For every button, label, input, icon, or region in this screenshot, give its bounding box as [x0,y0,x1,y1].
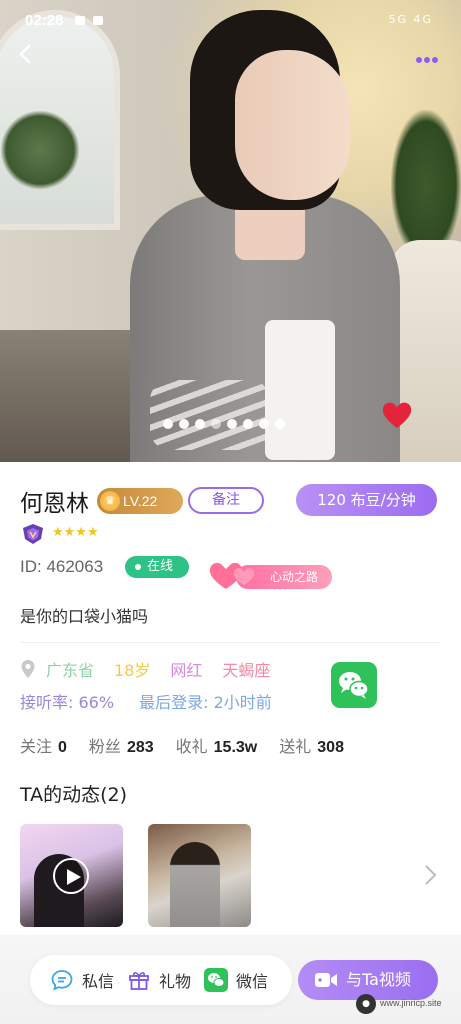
stat-label: 收礼 [175,737,208,756]
stat-gifts-received[interactable]: 收礼 15.3w [176,733,258,757]
moments-more-button[interactable] [420,862,440,888]
tag-zodiac: 天蝎座 [222,661,271,680]
follow-stats: 关注 0 粉丝 283 收礼 15.3w 送礼 308 [20,733,366,757]
status-bar: 02:28 5G 4G [0,0,461,40]
gift-button[interactable]: 礼物 [127,968,191,992]
crown-icon: ♛ [100,491,120,511]
carousel-dot[interactable] [227,419,237,429]
private-message-button[interactable]: 私信 [50,968,114,992]
double-heart-icon [209,562,255,589]
tag-age: 18岁 [114,661,151,680]
wechat-label: 微信 [236,972,269,991]
video-camera-icon [315,973,337,987]
answer-rate: 接听率: 66% [20,693,115,712]
tag-type: 网红 [170,661,203,680]
private-message-label: 私信 [82,972,115,991]
moment-thumbnail-video[interactable] [20,824,123,927]
moment-thumbnail-photo[interactable] [148,824,251,927]
photo-person-top [265,320,335,460]
last-login: 最后登录: 2小时前 [139,693,272,712]
more-dot-icon [424,57,430,63]
gift-label: 礼物 [159,972,192,991]
remark-button[interactable]: 备注 [188,487,264,514]
message-icon [75,16,85,25]
chevron-left-icon [19,44,31,64]
activity-stats: 接听率: 66% 最后登录: 2小时前 [20,689,272,713]
moments-title: TA的动态(2) [20,784,128,806]
divider [20,642,441,643]
watermark-logo-icon: ● [356,994,376,1014]
play-icon [53,858,89,894]
carousel-dot-active[interactable] [211,419,221,429]
stat-value: 0 [58,739,67,756]
video-call-label: 与Ta视频 [346,970,411,989]
vip-shield-icon [20,522,46,546]
carousel-dot[interactable] [243,419,253,429]
more-button[interactable] [415,48,445,63]
like-heart-button[interactable] [381,400,413,430]
photo-person-face [235,50,350,200]
profile-name: 何恩林 [20,491,89,517]
carousel-dot[interactable] [163,419,173,429]
gift-icon [129,972,149,990]
wechat-button[interactable]: 微信 [204,968,268,992]
bio-text: 是你的口袋小猫吗 [20,607,149,626]
photo-plant [0,110,80,190]
action-bar: 私信 礼物 微信 [30,955,292,1005]
photo-floor [0,330,140,462]
stat-label: 粉丝 [88,737,121,756]
chat-bubble-icon [51,970,73,991]
carousel-dot[interactable] [195,419,205,429]
photo-plant-right [391,110,461,260]
thumb-figure [170,842,220,927]
stat-value: 283 [126,739,154,756]
stat-following[interactable]: 关注 0 [20,733,67,757]
more-dot-icon [432,57,438,63]
stat-value: 308 [317,739,344,756]
wechat-icon [339,672,369,699]
price-badge[interactable]: 120 布豆/分钟 [296,484,437,516]
chevron-right-icon [425,865,437,885]
tag-province: 广东省 [46,661,95,680]
profile-photo-carousel[interactable] [0,0,461,462]
level-badge: ♛ LV.22 [97,488,183,514]
online-status-badge: 在线 [125,556,189,578]
heart-journey-badge[interactable]: 心动之路 [206,555,332,593]
back-button[interactable] [16,42,40,66]
carousel-dot[interactable] [275,419,285,429]
stat-value: 15.3w [213,739,258,756]
profile-tags: 广东省 18岁 网红 天蝎座 [20,657,290,681]
signal-icons: 5G 4G [388,13,433,26]
rating-stars: ★★★★ [52,525,99,540]
stat-label: 关注 [20,737,53,756]
level-text: LV.22 [123,493,158,509]
heart-icon [382,402,412,428]
watermark-text: www.jinricp.site [380,998,442,1008]
wechat-card-button[interactable] [331,662,377,708]
status-time: 02:28 [25,12,64,29]
carousel-dot[interactable] [179,419,189,429]
notification-icon [93,16,103,25]
stat-gifts-sent[interactable]: 送礼 308 [279,733,344,757]
carousel-dot[interactable] [259,419,269,429]
more-dot-icon [416,57,422,63]
stat-label: 送礼 [279,737,312,756]
user-id: ID: 462063 [20,557,104,576]
photo-sleeve-stripes [150,380,270,450]
stat-fans[interactable]: 粉丝 283 [89,733,154,757]
carousel-indicator [163,419,285,429]
wechat-icon [204,968,228,992]
location-pin-icon [21,660,35,678]
